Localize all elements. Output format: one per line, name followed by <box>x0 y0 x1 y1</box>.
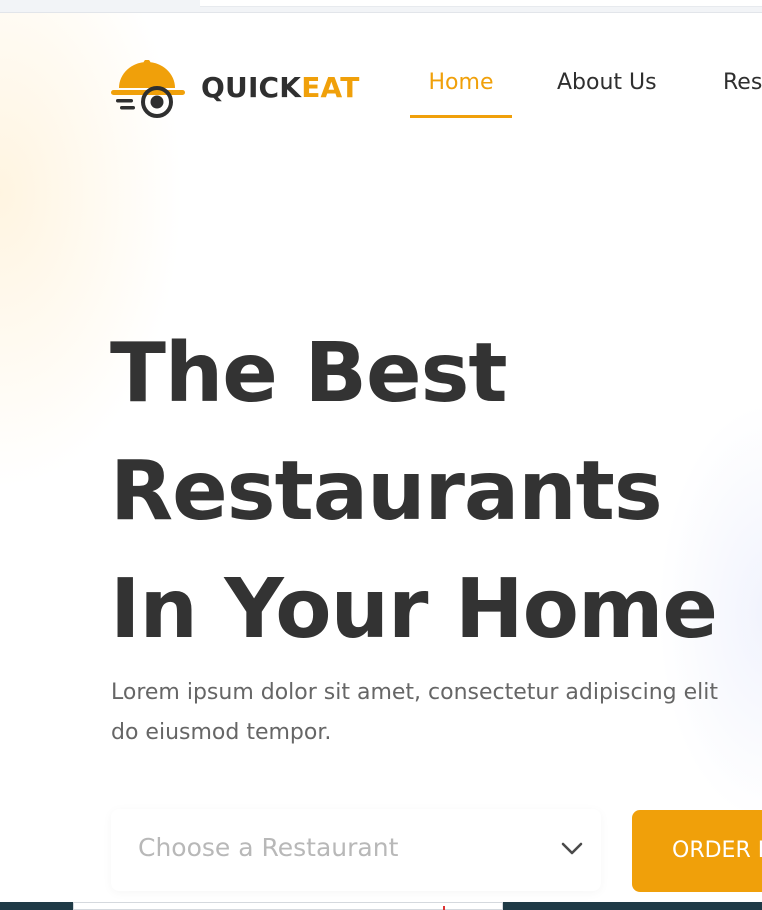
brand-part-quick: QUICK <box>201 71 302 104</box>
hero-subtext-line: Lorem ipsum dolor sit amet, consectetur … <box>111 680 718 705</box>
browser-url-edge <box>200 0 762 7</box>
restaurant-select[interactable]: Choose a Restaurant <box>111 809 601 891</box>
browser-top-bar <box>0 0 762 13</box>
restaurant-select-placeholder: Choose a Restaurant <box>138 833 399 862</box>
next-section-marker <box>443 906 445 910</box>
hero-subtext-line: do eiusmod tempor. <box>111 720 332 745</box>
page: QUICKEAT Home About Us Res The Best Rest… <box>0 13 762 902</box>
nav-home[interactable]: Home <box>410 70 512 95</box>
order-now-button[interactable]: ORDER N <box>632 810 762 892</box>
nav-restaurants[interactable]: Res <box>723 70 762 95</box>
nav-about-us[interactable]: About Us <box>557 70 657 95</box>
hero-headline: The Best Restaurants In Your Home <box>110 315 762 669</box>
brand-part-eat: EAT <box>301 71 360 104</box>
brand-name[interactable]: QUICKEAT <box>201 71 360 104</box>
next-section-strip <box>0 902 762 910</box>
hero-headline-line: In Your Home <box>110 562 718 657</box>
hero-headline-line: The Best <box>110 326 508 421</box>
cloche-icon[interactable] <box>111 60 189 120</box>
hero-subtext: Lorem ipsum dolor sit amet, consectetur … <box>111 673 762 753</box>
nav-home-active-underline <box>410 115 512 118</box>
chevron-down-icon <box>561 842 583 855</box>
hero-headline-line: Restaurants <box>110 444 663 539</box>
next-section-card <box>73 902 503 910</box>
